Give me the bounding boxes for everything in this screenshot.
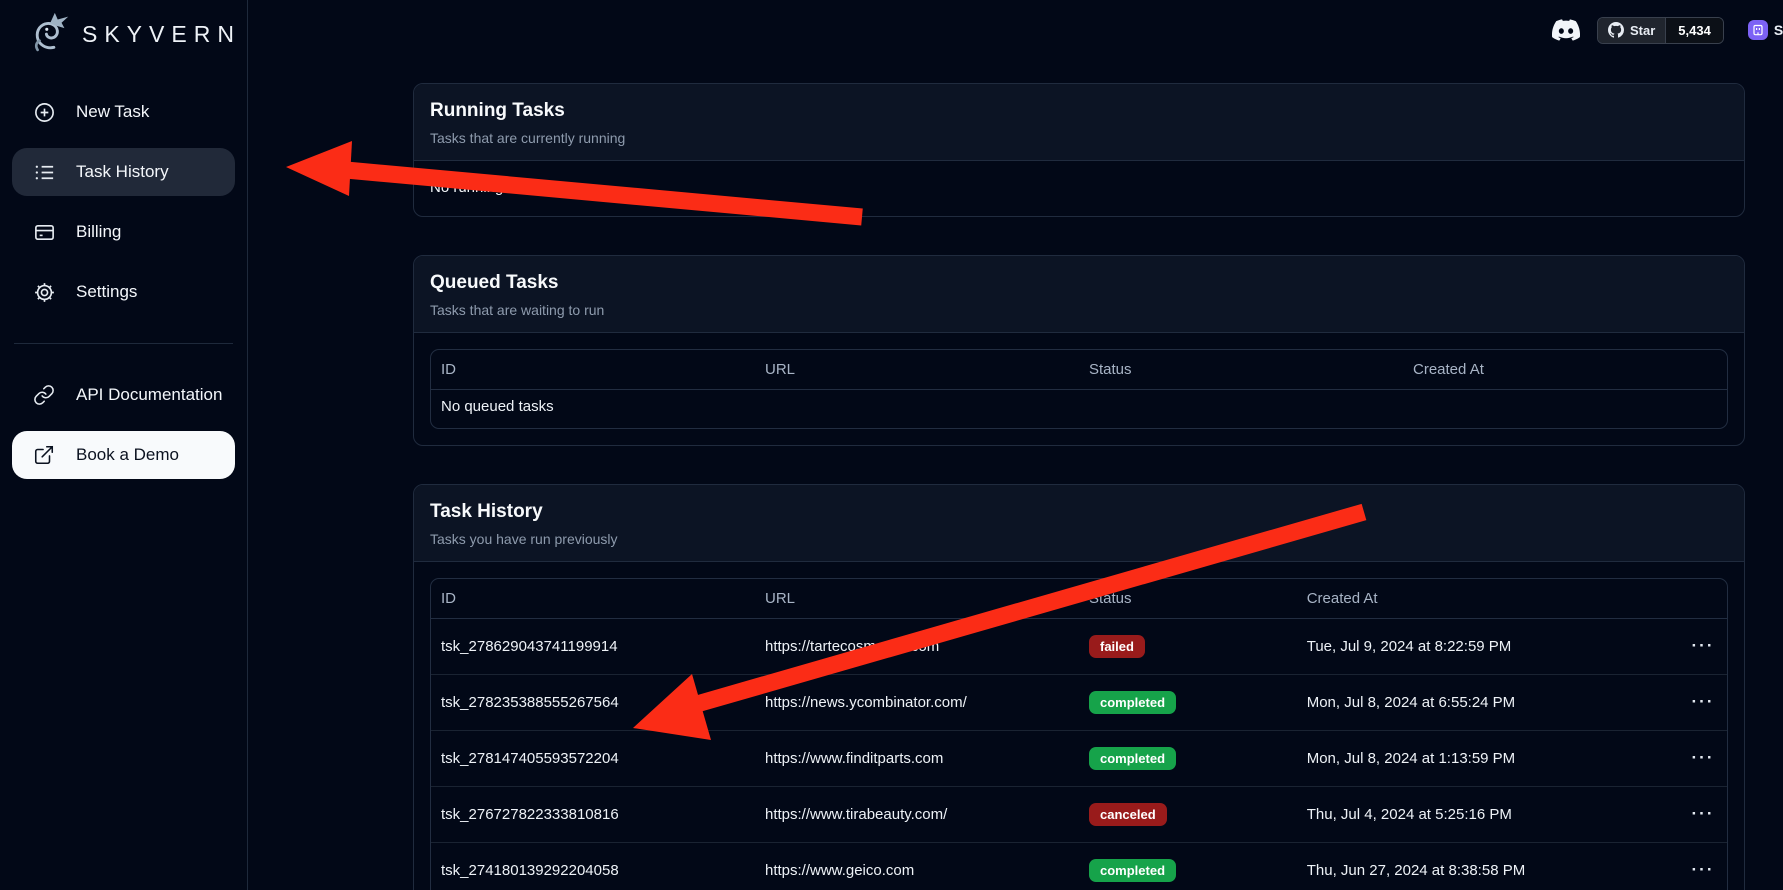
sidebar-item-label: New Task <box>76 102 149 122</box>
status-badge: failed <box>1089 635 1145 658</box>
building-icon <box>1752 24 1764 36</box>
task-history-body: ID URL Status Created At tsk_27862904374… <box>414 562 1744 890</box>
task-id: tsk_274180139292204058 <box>431 843 755 890</box>
sidebar: SKYVERN New Task Task History <box>0 0 248 890</box>
sidebar-nav: New Task Task History Billing <box>12 88 235 479</box>
queued-tasks-table: ID URL Status Created At No queued tasks <box>430 349 1728 429</box>
task-url: https://www.finditparts.com <box>755 731 1079 787</box>
sidebar-item-label: Book a Demo <box>76 445 179 465</box>
status-badge: completed <box>1089 747 1176 770</box>
credit-card-icon <box>32 220 56 244</box>
sidebar-item-task-history[interactable]: Task History <box>12 148 235 196</box>
table-row[interactable]: tsk_274180139292204058 https://www.geico… <box>431 843 1727 890</box>
sidebar-item-settings[interactable]: Settings <box>12 268 235 316</box>
task-created-at: Mon, Jul 8, 2024 at 1:13:59 PM <box>1297 731 1679 787</box>
github-star-label: Star <box>1630 23 1655 38</box>
sidebar-item-billing[interactable]: Billing <box>12 208 235 256</box>
gear-icon <box>32 280 56 304</box>
card-subtitle: Tasks that are waiting to run <box>430 302 1728 318</box>
github-star-count: 5,434 <box>1665 18 1723 43</box>
card-title: Running Tasks <box>430 100 1728 122</box>
sidebar-divider <box>14 343 233 344</box>
task-id: tsk_276727822333810816 <box>431 787 755 843</box>
github-icon <box>1608 22 1624 38</box>
task-url: https://www.tirabeauty.com/ <box>755 787 1079 843</box>
column-header-url: URL <box>755 350 1079 390</box>
plus-circle-icon <box>32 100 56 124</box>
task-created-at: Mon, Jul 8, 2024 at 6:55:24 PM <box>1297 675 1679 731</box>
book-a-demo-button[interactable]: Book a Demo <box>12 431 235 479</box>
card-subtitle: Tasks that are currently running <box>430 130 1728 146</box>
empty-message: No running tasks <box>430 177 1728 200</box>
topbar: Star 5,434 Sk <box>1552 0 1783 60</box>
row-actions-button[interactable]: ··· <box>1692 753 1715 763</box>
task-history-card: Task History Tasks you have run previous… <box>413 484 1745 890</box>
table-row[interactable]: tsk_278235388555267564 https://news.ycom… <box>431 675 1727 731</box>
link-icon <box>32 383 56 407</box>
task-history-table: ID URL Status Created At tsk_27862904374… <box>430 578 1728 890</box>
table-row[interactable]: tsk_278629043741199914 https://tartecosm… <box>431 619 1727 675</box>
queued-tasks-header: Queued Tasks Tasks that are waiting to r… <box>414 256 1744 333</box>
task-url: https://www.geico.com <box>755 843 1079 890</box>
task-id: tsk_278629043741199914 <box>431 619 755 675</box>
sidebar-item-api-documentation[interactable]: API Documentation <box>12 371 235 419</box>
column-header-url: URL <box>755 579 1079 619</box>
running-tasks-body: No running tasks <box>414 161 1744 216</box>
column-header-actions <box>1679 579 1727 619</box>
card-subtitle: Tasks you have run previously <box>430 531 1728 547</box>
sidebar-item-label: Settings <box>76 282 137 302</box>
column-header-id: ID <box>431 579 755 619</box>
app-root: SKYVERN New Task Task History <box>0 0 1783 890</box>
discord-icon[interactable] <box>1552 16 1580 44</box>
list-icon <box>32 160 56 184</box>
table-header-row: ID URL Status Created At <box>431 350 1727 390</box>
table-row[interactable]: tsk_276727822333810816 https://www.tirab… <box>431 787 1727 843</box>
task-id: tsk_278147405593572204 <box>431 731 755 787</box>
status-badge: canceled <box>1089 803 1167 826</box>
status-badge: completed <box>1089 691 1176 714</box>
github-star-widget[interactable]: Star 5,434 <box>1597 17 1724 44</box>
empty-message: No queued tasks <box>431 390 1727 429</box>
status-badge: completed <box>1089 859 1176 882</box>
card-title: Queued Tasks <box>430 272 1728 294</box>
column-header-created-at: Created At <box>1403 350 1727 390</box>
column-header-status: Status <box>1079 579 1297 619</box>
column-header-status: Status <box>1079 350 1403 390</box>
task-created-at: Thu, Jul 4, 2024 at 5:25:16 PM <box>1297 787 1679 843</box>
task-history-header: Task History Tasks you have run previous… <box>414 485 1744 562</box>
row-actions-button[interactable]: ··· <box>1692 641 1715 651</box>
task-url: https://news.ycombinator.com/ <box>755 675 1079 731</box>
sidebar-item-label: Billing <box>76 222 121 242</box>
table-row[interactable]: tsk_278147405593572204 https://www.findi… <box>431 731 1727 787</box>
running-tasks-header: Running Tasks Tasks that are currently r… <box>414 84 1744 161</box>
running-tasks-card: Running Tasks Tasks that are currently r… <box>413 83 1745 217</box>
task-created-at: Thu, Jun 27, 2024 at 8:38:58 PM <box>1297 843 1679 890</box>
row-actions-button[interactable]: ··· <box>1692 865 1715 875</box>
queued-tasks-body: ID URL Status Created At No queued tasks <box>414 333 1744 445</box>
task-created-at: Tue, Jul 9, 2024 at 8:22:59 PM <box>1297 619 1679 675</box>
task-url: https://tartecosmetics.com <box>755 619 1079 675</box>
brand-name: SKYVERN <box>82 21 241 48</box>
brand-logo: SKYVERN <box>12 8 235 60</box>
main-content: Running Tasks Tasks that are currently r… <box>248 0 1783 890</box>
column-header-id: ID <box>431 350 755 390</box>
table-header-row: ID URL Status Created At <box>431 579 1727 619</box>
org-avatar[interactable] <box>1748 20 1768 40</box>
external-link-icon <box>32 443 56 467</box>
row-actions-button[interactable]: ··· <box>1692 809 1715 819</box>
empty-row: No queued tasks <box>431 390 1727 429</box>
card-title: Task History <box>430 501 1728 523</box>
sidebar-item-new-task[interactable]: New Task <box>12 88 235 136</box>
task-id: tsk_278235388555267564 <box>431 675 755 731</box>
org-name: Sk <box>1774 22 1783 38</box>
skyvern-dragon-icon <box>28 8 74 61</box>
sidebar-item-label: Task History <box>76 162 169 182</box>
queued-tasks-card: Queued Tasks Tasks that are waiting to r… <box>413 255 1745 446</box>
column-header-created-at: Created At <box>1297 579 1679 619</box>
row-actions-button[interactable]: ··· <box>1692 697 1715 707</box>
sidebar-item-label: API Documentation <box>76 385 222 405</box>
